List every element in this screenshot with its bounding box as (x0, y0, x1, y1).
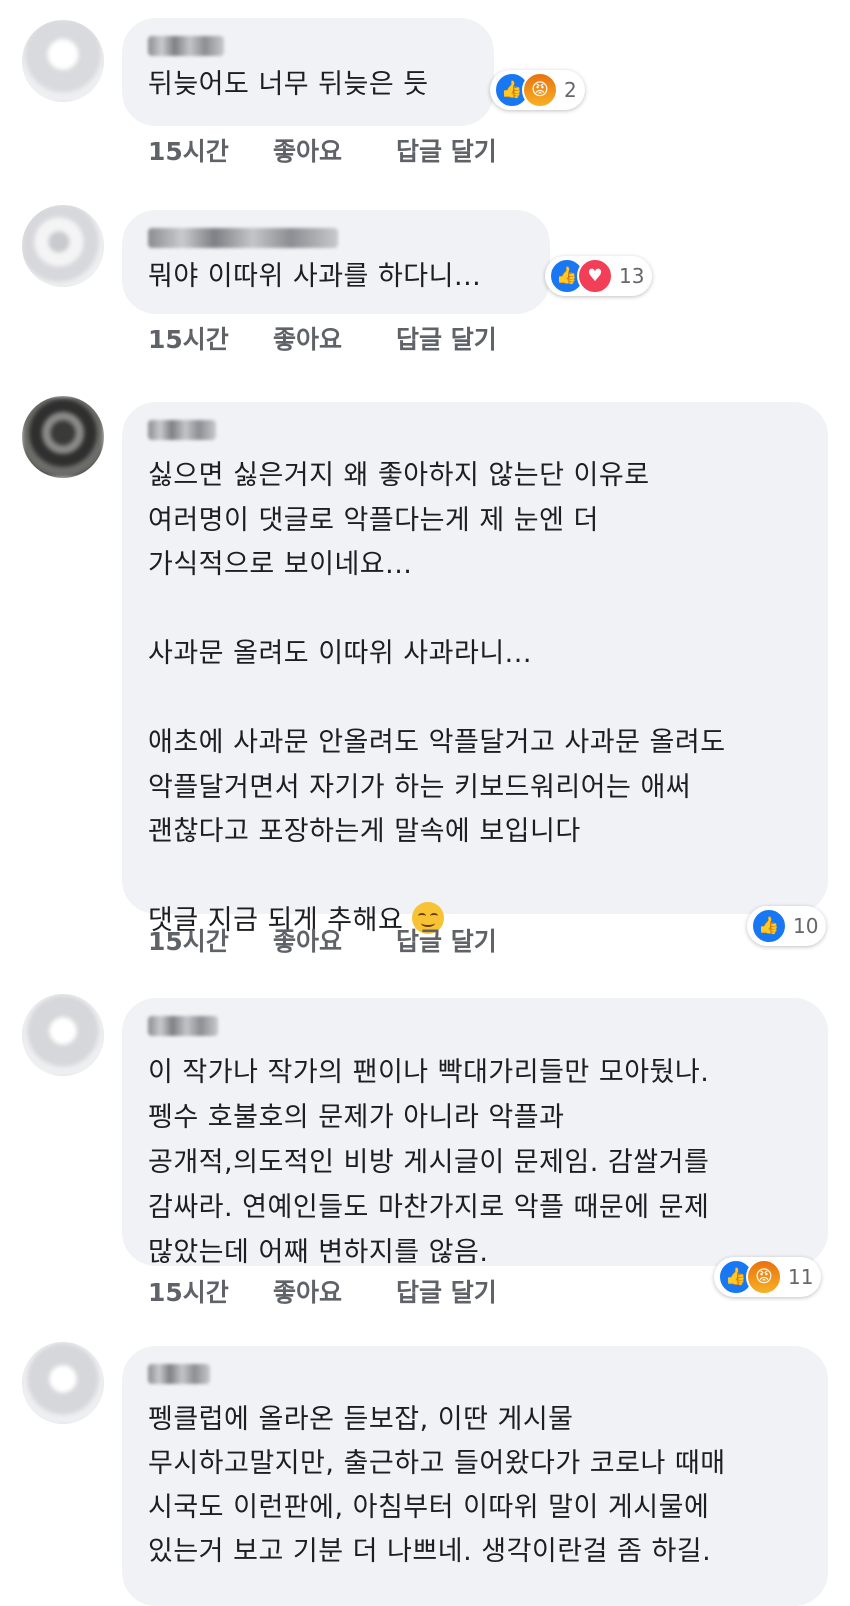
author-name-blurred[interactable] (148, 1016, 218, 1036)
reaction-count: 11 (788, 1265, 814, 1289)
avatar[interactable] (22, 205, 104, 287)
comment-bubble: 싫으면 싫은거지 왜 좋아하지 않는단 이유로 여러명이 댓글로 악플다는게 제… (122, 402, 828, 936)
avatar[interactable] (22, 20, 104, 102)
avatar[interactable] (22, 1342, 104, 1424)
comment-bubble: 펭클럽에 올라온 듣보잡, 이딴 게시물 무시하고말지만, 출근하고 들어왔다가… (122, 1346, 828, 1606)
author-name-blurred[interactable] (148, 228, 338, 248)
timestamp[interactable]: 15시간 (148, 132, 229, 168)
comment-text: 이 작가나 작가의 팬이나 빡대가리들만 모아뒀나. 펭수 호불호의 문제가 아… (148, 1057, 710, 1268)
like-button[interactable]: 좋아요 (273, 1273, 342, 1309)
reaction-summary[interactable]: 👍 😡 11 (714, 1257, 822, 1297)
comment-bubble: 이 작가나 작가의 팬이나 빡대가리들만 모아뒀나. 펭수 호불호의 문제가 아… (122, 998, 828, 1268)
comment-bubble: 뭐야 이따위 사과를 하다니... (122, 210, 550, 314)
like-button[interactable]: 좋아요 (273, 320, 342, 356)
timestamp[interactable]: 15시간 (148, 1273, 229, 1309)
author-name-blurred[interactable] (148, 1364, 210, 1384)
reaction-count: 2 (564, 78, 577, 102)
reaction-count: 10 (793, 914, 819, 938)
like-reaction-icon: 👍 (751, 908, 787, 944)
reply-button[interactable]: 답글 달기 (396, 1273, 497, 1309)
love-reaction-icon: ♥ (577, 258, 613, 294)
reaction-summary[interactable]: 👍 ♥ 13 (545, 256, 653, 296)
reply-button[interactable]: 답글 달기 (396, 132, 497, 168)
like-button[interactable]: 좋아요 (273, 132, 342, 168)
comment-text: 뒤늦어도 너무 뒤늦은 듯 (148, 69, 429, 100)
timestamp[interactable]: 15시간 (148, 320, 229, 356)
comment-text: 싫으면 싫은거지 왜 좋아하지 않는단 이유로 여러명이 댓글로 악플다는게 제… (148, 460, 726, 936)
reaction-summary[interactable]: 👍 😡 2 (490, 70, 585, 110)
like-button[interactable]: 좋아요 (273, 922, 342, 958)
angry-reaction-icon: 😡 (746, 1259, 782, 1295)
comment-text: 뭐야 이따위 사과를 하다니... (148, 261, 482, 292)
reply-button[interactable]: 답글 달기 (396, 922, 497, 958)
comment-text: 펭클럽에 올라온 듣보잡, 이딴 게시물 무시하고말지만, 출근하고 들어왔다가… (148, 1404, 726, 1567)
author-name-blurred[interactable] (148, 420, 216, 440)
avatar[interactable] (22, 396, 104, 478)
timestamp[interactable]: 15시간 (148, 922, 229, 958)
comment-bubble: 뒤늦어도 너무 뒤늦은 듯 (122, 18, 494, 126)
angry-reaction-icon: 😡 (522, 72, 558, 108)
avatar[interactable] (22, 994, 104, 1076)
reaction-summary[interactable]: 👍 10 (747, 906, 827, 946)
reply-button[interactable]: 답글 달기 (396, 320, 497, 356)
author-name-blurred[interactable] (148, 36, 224, 56)
reaction-count: 13 (619, 264, 645, 288)
